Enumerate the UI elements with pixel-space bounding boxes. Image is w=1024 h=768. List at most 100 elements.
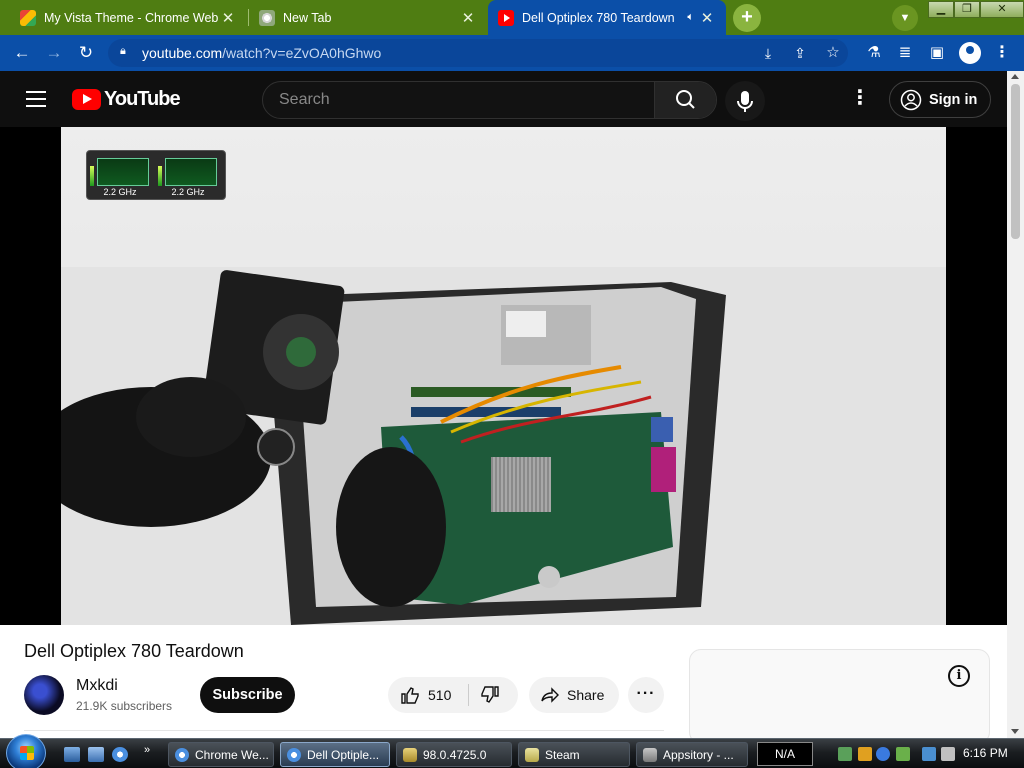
taskbar-item-archive[interactable]: 98.0.4725.0 (396, 742, 512, 767)
microphone-icon (737, 91, 753, 112)
network-tray-icon[interactable] (838, 747, 852, 761)
tab-title: New Tab (283, 10, 332, 25)
update-tray-icon[interactable] (876, 747, 890, 761)
forward-arrow-icon[interactable]: → (42, 41, 66, 65)
tab-title: Dell Optiplex 780 Teardown (522, 10, 675, 25)
restore-button[interactable]: ❐ (954, 1, 980, 18)
like-dislike-group: 510 (388, 677, 518, 713)
display-tray-icon[interactable] (922, 747, 936, 761)
thumbs-down-icon (481, 686, 499, 703)
extension-lab-icon[interactable]: ⚗ (862, 41, 886, 65)
tab-youtube-video[interactable]: Dell Optiplex 780 Teardown 🔈︎ ✕ (488, 0, 726, 35)
new-tab-button[interactable]: + (733, 4, 761, 32)
subscriber-count: 21.9K subscribers (76, 699, 173, 713)
tab-search-button[interactable]: ▼ (892, 5, 918, 31)
chrome-quicklaunch-icon[interactable] (112, 747, 128, 762)
tab-new-tab[interactable]: New Tab ✕ (249, 0, 487, 35)
scroll-down-arrow-icon[interactable] (1011, 729, 1019, 734)
cpu-graph (165, 158, 217, 186)
info-icon[interactable]: i (948, 665, 970, 687)
install-app-icon[interactable]: ⤓ (756, 41, 780, 65)
scrollbar-thumb[interactable] (1011, 84, 1020, 239)
check-tray-icon[interactable] (896, 747, 910, 761)
search-button[interactable] (654, 82, 716, 118)
search-icon (676, 90, 695, 109)
browser-tab-strip: My Vista Theme - Chrome Web Store ✕ New … (0, 0, 1024, 35)
chrome-icon (175, 747, 189, 762)
search-input[interactable] (263, 82, 655, 118)
close-icon[interactable]: ✕ (698, 9, 716, 27)
url-path: /watch?v=eZvOA0hGhwo (222, 45, 382, 61)
sign-in-button[interactable]: Sign in (889, 81, 991, 118)
appsitory-icon (643, 747, 657, 762)
browser-menu-icon[interactable]: ⋮ (990, 41, 1014, 65)
close-icon[interactable]: ✕ (219, 9, 237, 27)
cpu-meter-1: 2.2 GHz (89, 156, 151, 197)
hamburger-menu-icon[interactable] (26, 91, 46, 107)
volume-muted-icon[interactable] (941, 747, 955, 761)
chrome-web-store-icon (20, 9, 36, 26)
cpu-level-bar (158, 166, 162, 186)
scroll-up-arrow-icon[interactable] (1011, 74, 1019, 79)
address-bar[interactable]: 🔒︎ youtube.com/watch?v=eZvOA0hGhwo ⤓ ⇪ ☆ (108, 39, 848, 67)
chevron-down-icon: ▼ (899, 12, 911, 24)
channel-avatar[interactable] (24, 675, 64, 715)
back-arrow-icon[interactable]: ← (10, 41, 34, 65)
dislike-button[interactable] (480, 677, 500, 713)
cpu-frequency-label: 2.2 GHz (103, 187, 137, 197)
lock-icon: 🔒︎ (120, 45, 126, 57)
profile-avatar-icon[interactable] (959, 42, 981, 64)
taskbar-item-label: Dell Optiple... (307, 747, 380, 762)
speaker-icon[interactable]: 🔈︎ (687, 11, 694, 24)
browser-toolbar: ← → ↻ 🔒︎ youtube.com/watch?v=eZvOA0hGhwo… (0, 35, 1024, 71)
taskbar-item-label: Appsitory - ... (663, 747, 734, 762)
more-actions-button[interactable]: ··· (628, 677, 664, 713)
like-button[interactable]: 510 (400, 677, 451, 713)
steam-icon (525, 747, 539, 762)
voice-search-button[interactable] (725, 81, 765, 121)
taskbar-item-dell-optiplex[interactable]: Dell Optiple... (280, 742, 390, 767)
youtube-logo-text: YouTube (104, 88, 181, 110)
channel-name[interactable]: Mxkdi (76, 677, 118, 695)
reload-icon[interactable]: ↻ (74, 41, 98, 65)
media-queue-icon[interactable]: ≣ (893, 41, 917, 65)
thumbs-up-icon (401, 687, 419, 704)
video-player[interactable] (0, 127, 1007, 625)
switch-windows-icon[interactable] (88, 747, 104, 762)
start-button[interactable] (6, 734, 46, 768)
youtube-header: YouTube ⋮ Sign in (0, 71, 1024, 127)
show-desktop-icon[interactable] (64, 747, 80, 762)
like-count: 510 (428, 687, 452, 703)
taskbar-item-chrome-web-store[interactable]: Chrome We... (168, 742, 274, 767)
taskbar-clock[interactable]: 6:16 PM (963, 746, 1008, 760)
minimize-button[interactable]: ▁ (928, 1, 954, 18)
video-title: Dell Optiplex 780 Teardown (24, 641, 244, 661)
subscribe-button[interactable]: Subscribe (200, 677, 295, 713)
account-circle-icon (900, 89, 922, 110)
sign-in-label: Sign in (929, 91, 978, 108)
share-button[interactable]: Share (529, 677, 619, 713)
bookmark-star-icon[interactable]: ☆ (821, 41, 845, 65)
security-shield-icon[interactable] (858, 747, 872, 761)
video-frame[interactable] (61, 127, 946, 625)
youtube-icon (498, 9, 514, 26)
cpu-frequency-label: 2.2 GHz (171, 187, 205, 197)
chrome-icon (259, 9, 275, 26)
like-divider (468, 684, 469, 706)
taskbar-item-steam[interactable]: Steam (518, 742, 630, 767)
share-icon[interactable]: ⇪ (788, 41, 812, 65)
taskbar-item-appsitory[interactable]: Appsitory - ... (636, 742, 748, 767)
tab-chrome-web-store[interactable]: My Vista Theme - Chrome Web Store ✕ (0, 0, 247, 35)
cpu-meter-2: 2.2 GHz (157, 156, 219, 197)
quicklaunch-chevron-icon[interactable]: » (144, 744, 150, 756)
page-scrollbar[interactable] (1007, 71, 1024, 738)
video-details: Dell Optiplex 780 Teardown Mxkdi 21.9K s… (0, 625, 1007, 744)
close-icon[interactable]: ✕ (459, 9, 477, 27)
settings-kebab-icon[interactable]: ⋮ (850, 88, 870, 110)
side-panel-icon[interactable]: ▣ (925, 41, 949, 65)
url-text[interactable]: youtube.com/watch?v=eZvOA0hGhwo (142, 45, 381, 61)
youtube-play-icon (72, 89, 101, 110)
youtube-logo[interactable]: YouTube (72, 88, 181, 111)
share-arrow-icon (541, 687, 559, 703)
window-close-button[interactable]: ✕ (980, 1, 1024, 18)
